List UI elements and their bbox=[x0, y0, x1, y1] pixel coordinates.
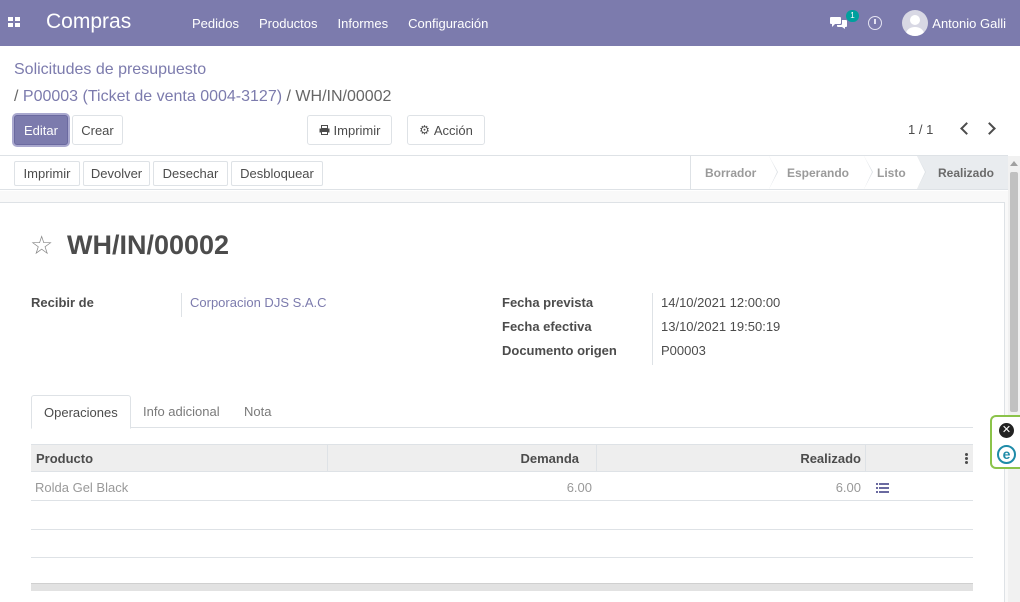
scrap-button[interactable]: Desechar bbox=[153, 161, 228, 186]
field-divider bbox=[181, 293, 182, 317]
column-header-product[interactable]: Producto bbox=[36, 445, 93, 472]
optional-columns-icon[interactable] bbox=[965, 453, 968, 464]
breadcrumb-parent[interactable]: Solicitudes de presupuesto bbox=[14, 61, 206, 79]
cell-demand: 6.00 bbox=[566, 479, 592, 495]
menu-item-configuracion[interactable]: Configuración bbox=[408, 16, 488, 31]
printer-icon bbox=[319, 125, 330, 135]
record-title: WH/IN/00002 bbox=[67, 230, 230, 260]
print-label: Imprimir bbox=[333, 122, 381, 138]
menu-item-productos[interactable]: Productos bbox=[259, 16, 318, 31]
return-button[interactable]: Devolver bbox=[83, 161, 150, 186]
cell-done: 6.00 bbox=[835, 479, 861, 495]
field-divider bbox=[652, 293, 653, 365]
field-value-scheduled-date: 14/10/2021 12:00:00 bbox=[661, 295, 781, 310]
table-row[interactable]: Rolda Gel Black 6.00 6.00 bbox=[31, 473, 973, 501]
menu-item-pedidos[interactable]: Pedidos bbox=[192, 16, 239, 31]
create-button[interactable]: Crear bbox=[72, 115, 123, 145]
pager-value[interactable]: 1 / 1 bbox=[908, 122, 933, 137]
stage-esperando: Esperando bbox=[769, 156, 873, 189]
tab-info-adicional[interactable]: Info adicional bbox=[143, 395, 220, 428]
breadcrumb-current: WH/IN/00002 bbox=[295, 88, 392, 105]
stage-borrador: Borrador bbox=[691, 156, 778, 189]
field-value-effective-date: 13/10/2021 19:50:19 bbox=[661, 319, 781, 334]
activity-clock-icon[interactable] bbox=[868, 16, 883, 30]
action-dropdown-button[interactable]: ⚙ Acción bbox=[407, 115, 485, 145]
print-dropdown-button[interactable]: Imprimir bbox=[307, 115, 392, 145]
extension-logo-icon[interactable]: e bbox=[997, 445, 1016, 464]
main-menu: Pedidos Productos Informes Configuración bbox=[192, 16, 488, 31]
notebook-tabs: Operaciones Info adicional Nota bbox=[31, 395, 973, 429]
action-label: Acción bbox=[433, 122, 473, 138]
breadcrumb-separator: / bbox=[14, 88, 19, 105]
field-label-receive-from: Recibir de bbox=[31, 295, 94, 310]
scroll-up-arrow-icon[interactable] bbox=[1010, 161, 1018, 166]
stage-realizado: Realizado bbox=[917, 156, 1009, 189]
unlock-button[interactable]: Desbloquear bbox=[231, 161, 323, 186]
app-title[interactable]: Compras bbox=[46, 10, 131, 34]
tab-nota[interactable]: Nota bbox=[244, 395, 271, 428]
stage-pipeline: Borrador Esperando Listo Realizado bbox=[690, 156, 1009, 189]
field-label-effective-date: Fecha efectiva bbox=[502, 319, 592, 334]
pager-previous-icon[interactable] bbox=[960, 122, 973, 135]
print-button[interactable]: Imprimir bbox=[14, 161, 80, 186]
user-name[interactable]: Antonio Galli bbox=[932, 16, 1006, 31]
column-header-done[interactable]: Realizado bbox=[596, 445, 861, 472]
cell-product: Rolda Gel Black bbox=[35, 479, 129, 495]
apps-menu-icon[interactable] bbox=[8, 17, 20, 27]
table-row-empty bbox=[31, 502, 973, 530]
breadcrumb-purchase-order[interactable]: P00003 (Ticket de venta 0004-3127) bbox=[23, 88, 282, 105]
top-navbar: Compras Pedidos Productos Informes Confi… bbox=[0, 0, 1020, 46]
table-row-empty bbox=[31, 557, 973, 585]
field-label-origin: Documento origen bbox=[502, 343, 617, 358]
gear-icon: ⚙ bbox=[419, 123, 430, 137]
field-label-scheduled-date: Fecha prevista bbox=[502, 295, 594, 310]
pager-next-icon[interactable] bbox=[983, 122, 996, 135]
column-divider bbox=[865, 445, 866, 472]
table-footer bbox=[31, 583, 973, 591]
favorite-star-icon[interactable]: ☆ bbox=[30, 232, 53, 258]
breadcrumb-separator: / bbox=[286, 88, 291, 105]
close-icon[interactable]: ✕ bbox=[999, 423, 1014, 438]
edit-button[interactable]: Editar bbox=[14, 115, 68, 145]
status-bar: Imprimir Devolver Desechar Desbloquear B… bbox=[0, 155, 1009, 190]
field-value-origin: P00003 bbox=[661, 343, 706, 358]
detailed-operations-icon[interactable] bbox=[876, 483, 889, 493]
tab-operaciones[interactable]: Operaciones bbox=[31, 395, 131, 429]
breadcrumb: / P00003 (Ticket de venta 0004-3127) / W… bbox=[14, 88, 391, 106]
table-header: Producto Demanda Realizado bbox=[31, 444, 973, 472]
menu-item-informes[interactable]: Informes bbox=[338, 16, 389, 31]
scrollbar-thumb[interactable] bbox=[1010, 172, 1018, 412]
table-row-empty bbox=[31, 530, 973, 558]
field-value-partner[interactable]: Corporacion DJS S.A.C bbox=[190, 295, 327, 310]
systray: 1 Antonio Galli bbox=[830, 0, 1020, 46]
user-avatar[interactable] bbox=[902, 10, 929, 36]
extension-widget: ✕ e bbox=[990, 415, 1020, 469]
column-header-demand[interactable]: Demanda bbox=[327, 445, 579, 472]
chat-count-badge: 1 bbox=[846, 10, 859, 22]
messaging-icon[interactable]: 1 bbox=[830, 10, 859, 30]
